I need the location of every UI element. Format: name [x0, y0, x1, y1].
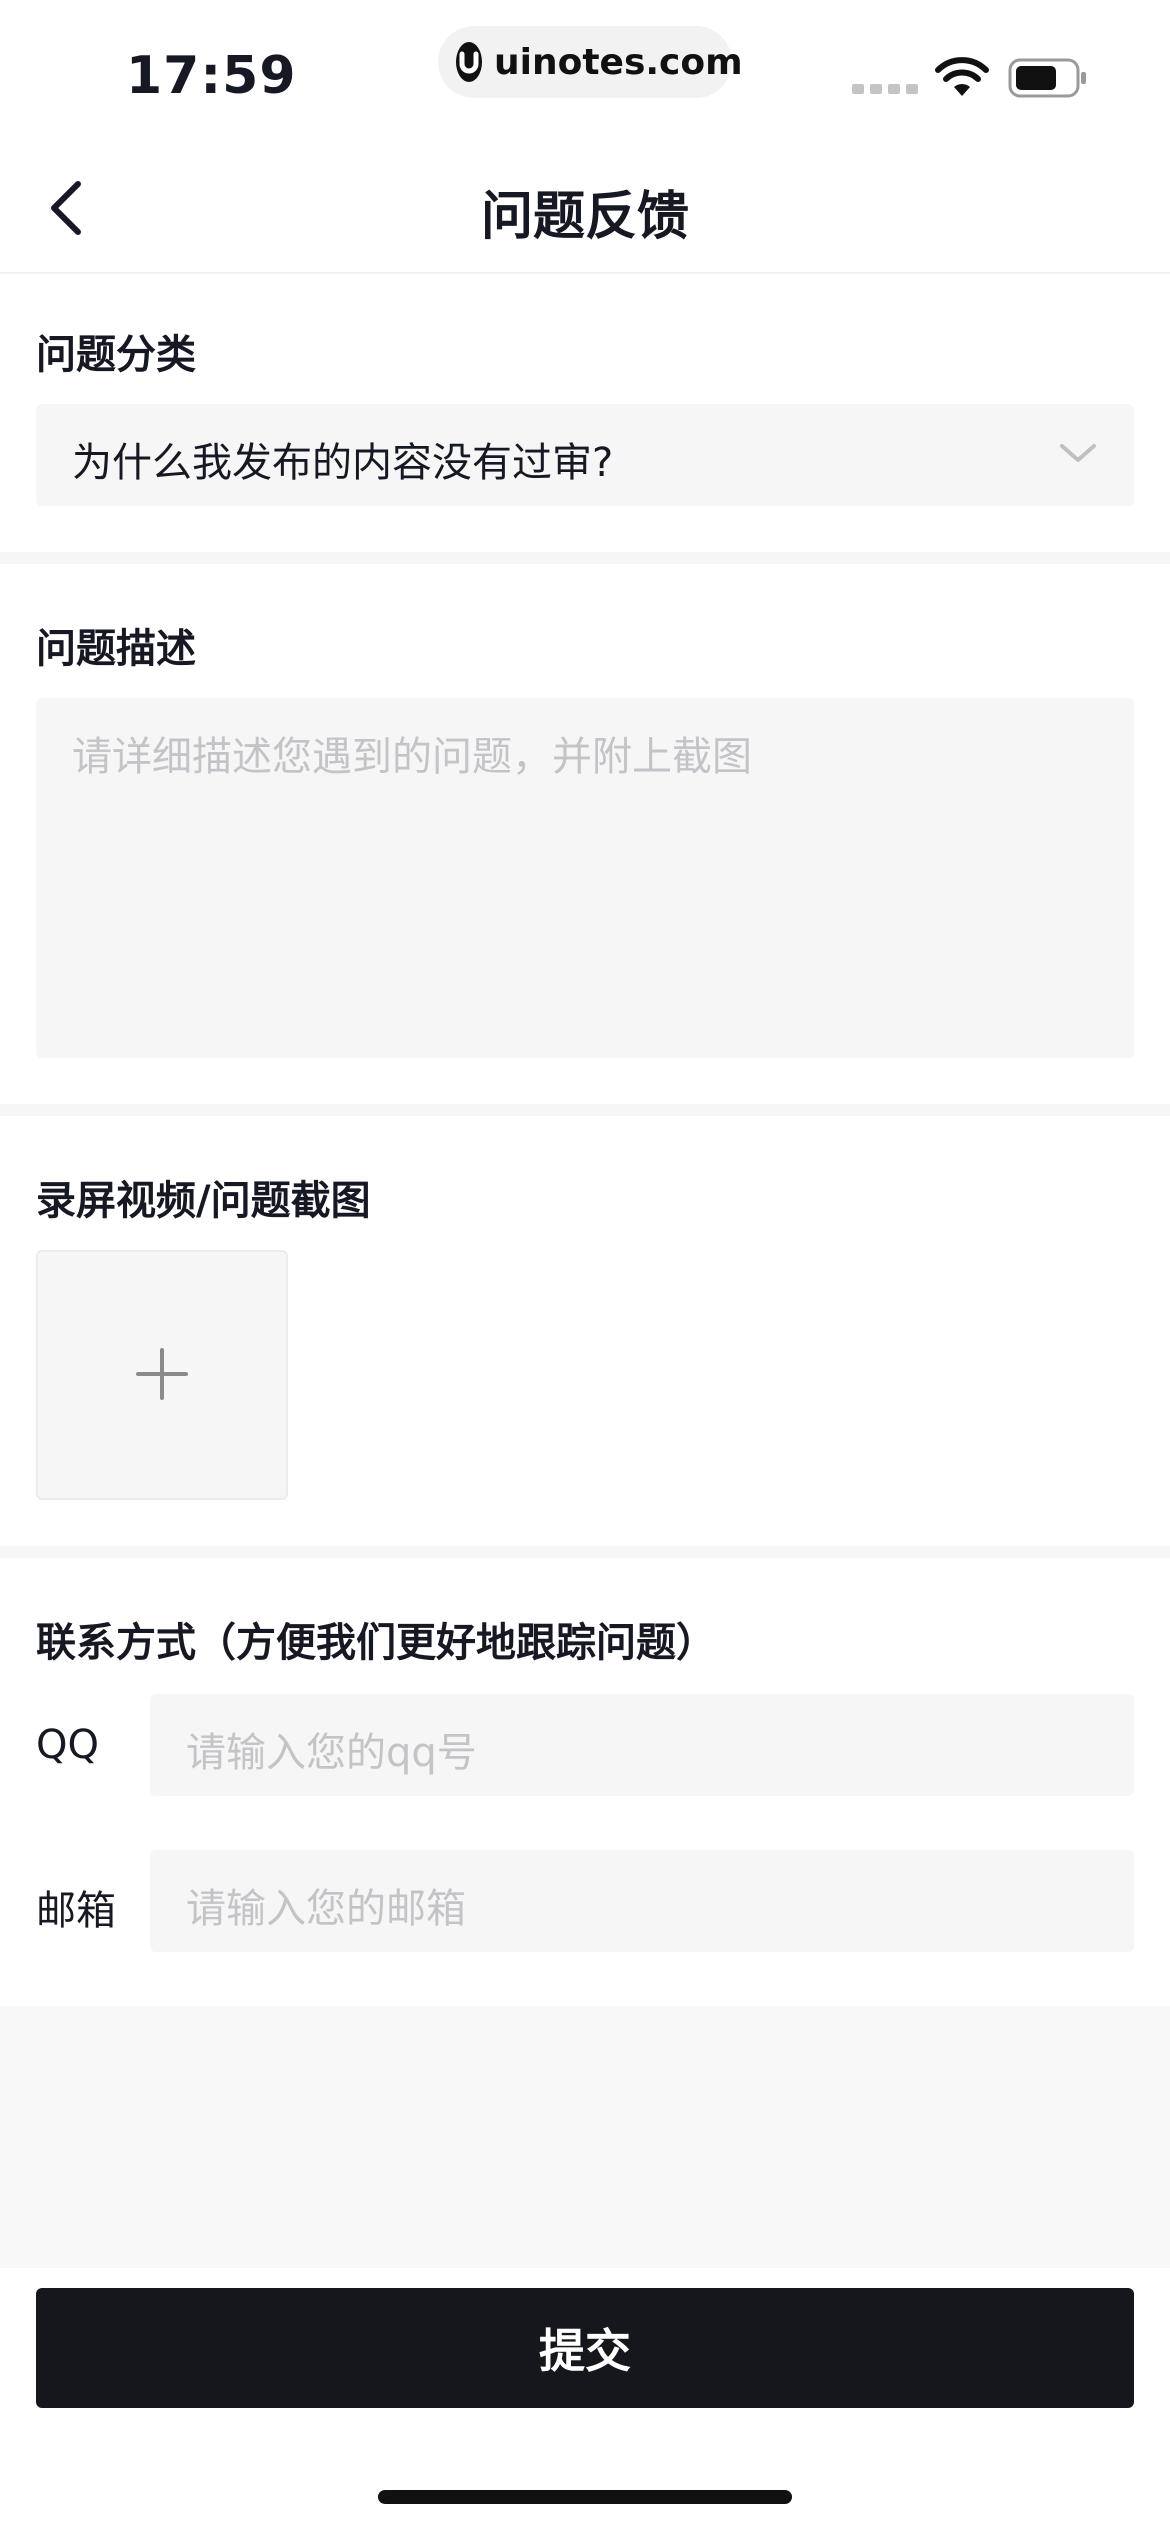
section-divider [0, 1104, 1170, 1116]
navigation-bar: 问题反馈 [0, 140, 1170, 274]
email-input[interactable]: 请输入您的邮箱 [150, 1850, 1134, 1952]
chevron-down-icon [1060, 444, 1096, 462]
description-label: 问题描述 [36, 626, 196, 672]
category-label: 问题分类 [36, 332, 196, 378]
qq-placeholder: 请输入您的qq号 [186, 1730, 477, 1776]
site-logo-icon [456, 42, 482, 82]
url-text: uinotes.com [494, 41, 743, 83]
page-title: 问题反馈 [480, 187, 689, 247]
qq-input[interactable]: 请输入您的qq号 [150, 1694, 1134, 1796]
add-media-button[interactable] [36, 1250, 288, 1500]
section-divider [0, 552, 1170, 564]
submit-button[interactable]: 提交 [36, 2288, 1134, 2408]
contact-label: 联系方式（方便我们更好地跟踪问题） [36, 1620, 716, 1666]
email-label: 邮箱 [36, 1888, 116, 1934]
url-pill[interactable]: uinotes.com [438, 26, 743, 98]
status-time: 17:59 [126, 46, 297, 106]
category-selected-value: 为什么我发布的内容没有过审? [72, 440, 614, 486]
description-placeholder: 请详细描述您遇到的问题，并附上截图 [72, 734, 752, 780]
cellular-signal-icon [852, 84, 918, 94]
media-label: 录屏视频/问题截图 [36, 1178, 371, 1224]
status-bar: 17:59 uinotes.com [0, 0, 1170, 140]
battery-icon [1008, 58, 1088, 102]
feedback-page: 17:59 uinotes.com 问题反馈 问题分类 为什么我发布的内容没有过… [0, 0, 1170, 2532]
qq-label: QQ [36, 1722, 99, 1768]
wifi-icon [934, 56, 990, 102]
description-textarea[interactable]: 请详细描述您遇到的问题，并附上截图 [36, 698, 1134, 1058]
category-select[interactable]: 为什么我发布的内容没有过审? [36, 404, 1134, 506]
home-indicator [378, 2490, 792, 2504]
email-placeholder: 请输入您的邮箱 [186, 1886, 466, 1932]
plus-icon [136, 1348, 188, 1400]
submit-bar: 提交 [0, 2268, 1170, 2532]
section-divider [0, 1546, 1170, 1558]
